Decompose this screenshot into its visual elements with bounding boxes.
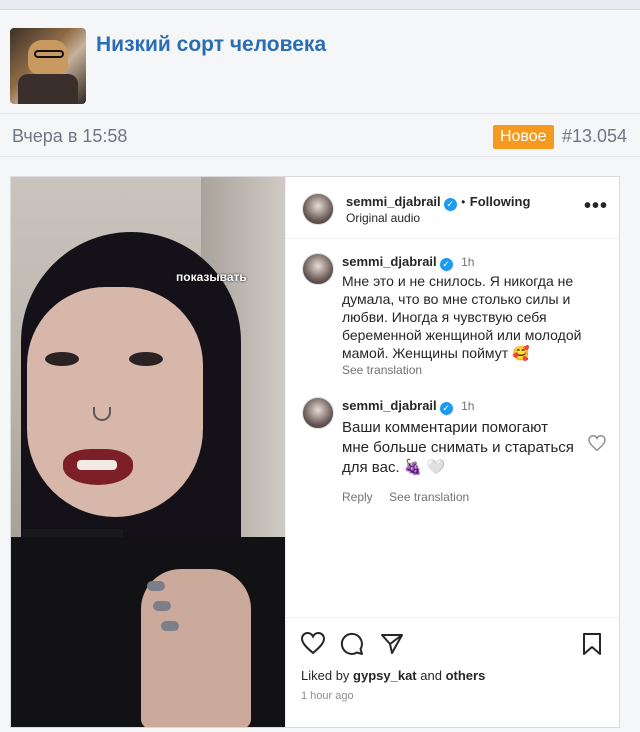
comment-1-text: Мне это и не снилось. Я никогда не думал… (342, 273, 582, 361)
comment-1-time: 1h (461, 255, 475, 269)
comment-bubble-icon[interactable] (340, 632, 364, 656)
comment-2-avatar[interactable] (302, 397, 334, 429)
comment-1-see-translation[interactable]: See translation (342, 363, 604, 377)
comment-2-see-translation[interactable]: See translation (389, 490, 469, 504)
video-caption: показывать (176, 270, 247, 284)
liked-by-user-link[interactable]: gypsy_kat (353, 668, 417, 683)
post-date[interactable]: Вчера в 15:58 (12, 126, 127, 147)
author-avatar[interactable] (302, 193, 334, 225)
comment-1-username[interactable]: semmi_djabrail (342, 254, 437, 269)
save-bookmark-icon[interactable] (582, 632, 602, 656)
new-badge: Новое (493, 125, 554, 149)
verified-badge-icon: ✓ (439, 402, 453, 415)
author-username[interactable]: semmi_djabrail (346, 194, 441, 209)
instagram-embed: показывать semmi_djabrail ✓ • Following O… (10, 176, 620, 728)
thread-title[interactable]: Низкий сорт человека (96, 33, 326, 57)
thread-author-avatar[interactable] (10, 28, 86, 104)
posted-time[interactable]: 1 hour ago (301, 690, 354, 702)
top-bar (0, 0, 640, 10)
following-button[interactable]: Following (470, 194, 531, 209)
like-heart-icon[interactable] (301, 632, 325, 654)
comment-2-time: 1h (461, 399, 475, 413)
post-meta: Вчера в 15:58 Новое #13.054 (0, 115, 640, 157)
liked-by-others-link[interactable]: others (446, 668, 486, 683)
reply-button[interactable]: Reply (342, 490, 373, 504)
comment-2-username[interactable]: semmi_djabrail (342, 398, 437, 413)
more-dots-icon[interactable]: ••• (584, 195, 608, 218)
verified-badge-icon: ✓ (439, 258, 453, 271)
comment-1-avatar[interactable] (302, 253, 334, 285)
post-header: semmi_djabrail ✓ • Following Original aud… (286, 177, 619, 239)
comment-like-heart-icon[interactable] (588, 435, 606, 451)
verified-badge-icon: ✓ (443, 198, 457, 211)
thread-header: Низкий сорт человека (0, 10, 640, 114)
post-actions: Liked by gypsy_kat and others 1 hour ago (286, 617, 619, 727)
liked-by-text: Liked by gypsy_kat and others (301, 668, 486, 683)
original-audio-link[interactable]: Original audio (346, 211, 420, 225)
post-number-link[interactable]: #13.054 (562, 126, 627, 147)
post-panel: semmi_djabrail ✓ • Following Original aud… (285, 177, 619, 727)
header-separator: • (461, 195, 466, 209)
comment-2-text: Ваши комментарии помогают мне больше сни… (342, 419, 574, 476)
share-send-icon[interactable] (380, 632, 404, 656)
video-frame[interactable]: показывать (11, 177, 285, 727)
